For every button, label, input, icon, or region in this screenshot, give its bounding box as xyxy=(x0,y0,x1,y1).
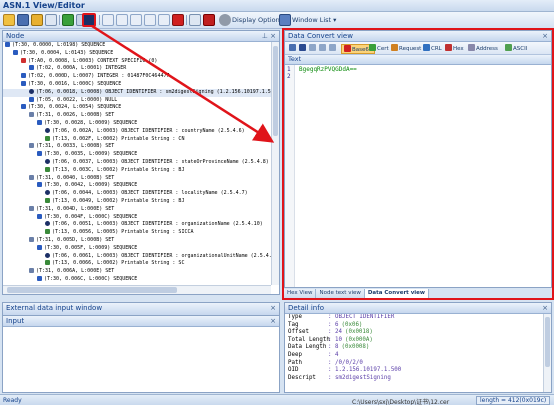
detail-key: Offset xyxy=(288,329,309,336)
detail-info-list: Type: OBJECT IDENTIFIER Tag: 6 (0x06) Offse… xyxy=(285,314,543,392)
status-length: length = 412(0x019c) xyxy=(476,396,551,405)
detail-row: Tag : 6 (0x06) xyxy=(288,322,543,330)
detail-panel-title: Detail info xyxy=(288,304,324,312)
detail-hex-value: (0x000A) xyxy=(344,336,373,343)
detail-row: Total Length: 10 (0x000A) xyxy=(288,337,543,345)
detail-hex-value: (0x0008) xyxy=(341,344,370,351)
external-input-panel: External data input window × xyxy=(2,302,280,316)
detail-value: : /0/0/2/0 xyxy=(328,359,363,366)
detail-key: Tag xyxy=(288,321,299,328)
detail-key: Total Length xyxy=(288,336,330,343)
detail-key: OID xyxy=(288,367,299,374)
external-input-close-icon[interactable]: × xyxy=(270,303,276,313)
detail-hex-value: (0x0018) xyxy=(344,329,373,336)
detail-panel: Detail info × Type : OBJECT IDENTIFIER Tag… xyxy=(284,302,552,393)
detail-key: Data Length xyxy=(288,344,327,351)
detail-row: Descript : sm2digestSigning xyxy=(288,375,543,383)
detail-key: Type xyxy=(288,314,302,320)
detail-value: : 10 xyxy=(328,336,342,343)
detail-vertical-scrollbar[interactable] xyxy=(543,314,551,392)
detail-row: Type : OBJECT IDENTIFIER xyxy=(288,314,543,322)
detail-panel-header: Detail info × xyxy=(285,303,551,314)
detail-key: Path xyxy=(288,359,302,366)
detail-value: : 6 xyxy=(328,321,339,328)
input-panel-close-icon[interactable]: × xyxy=(270,316,276,326)
detail-key: Deep xyxy=(288,351,302,358)
status-bar: Ready C:\Users\sxj\Desktop\证书\12.cer len… xyxy=(0,394,554,405)
detail-row: Deep : 4 xyxy=(288,352,543,360)
input-textarea[interactable] xyxy=(3,327,279,392)
input-panel: Input × xyxy=(2,315,280,393)
detail-value: : 4 xyxy=(328,351,339,358)
detail-key: Descript xyxy=(288,374,316,381)
external-input-title: External data input window xyxy=(6,304,103,312)
detail-row: Path : /0/0/2/0 xyxy=(288,360,543,368)
detail-row: Data Length: 8 (0x0008) xyxy=(288,344,543,352)
input-panel-title: Input xyxy=(6,317,25,325)
detail-panel-close-icon[interactable]: × xyxy=(542,303,548,313)
status-file-path: C:\Users\sxj\Desktop\证书\12.cer xyxy=(352,399,450,405)
detail-hex-value: (0x06) xyxy=(341,321,363,328)
status-ready: Ready xyxy=(3,397,22,404)
detail-value: : 8 xyxy=(328,344,339,351)
scroll-thumb[interactable] xyxy=(545,317,550,367)
input-panel-header: Input × xyxy=(3,316,279,327)
detail-value: : 24 xyxy=(328,329,342,336)
detail-row: Offset : 24 (0x0018) xyxy=(288,329,543,337)
detail-value: : sm2digestSigning xyxy=(328,374,391,381)
detail-value: : OBJECT IDENTIFIER xyxy=(328,314,395,320)
detail-value: : 1.2.156.10197.1.500 xyxy=(328,367,402,374)
detail-row: OID : 1.2.156.10197.1.500 xyxy=(288,367,543,375)
